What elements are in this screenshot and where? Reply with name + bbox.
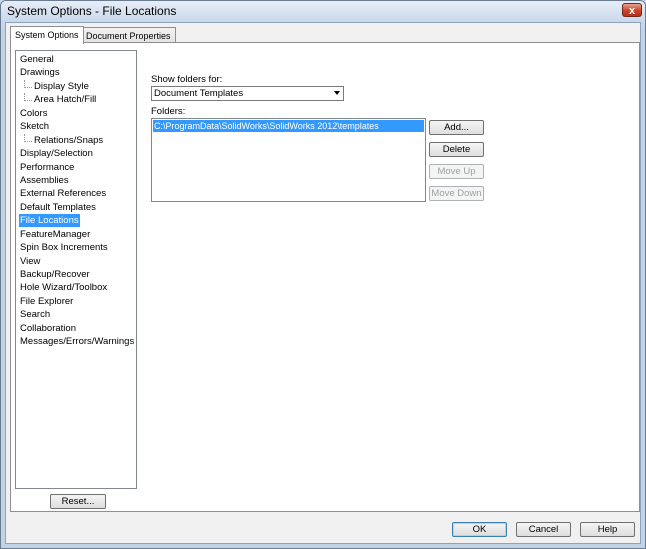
tree-item-label: Colors: [20, 107, 48, 119]
folders-label: Folders:: [151, 106, 186, 117]
title-bar[interactable]: System Options - File Locations x: [1, 1, 645, 21]
tree-item-view[interactable]: View: [16, 255, 136, 268]
help-button-label: Help: [597, 524, 618, 535]
delete-folder-button[interactable]: Delete: [429, 142, 484, 157]
tree-item-label: Collaboration: [20, 322, 76, 334]
system-options-window: System Options - File Locations x System…: [0, 0, 646, 549]
tree-item-display-selection[interactable]: Display/Selection: [16, 147, 136, 160]
close-button[interactable]: x: [622, 3, 642, 17]
close-icon: x: [628, 5, 636, 17]
tree-item-label: Spin Box Increments: [20, 242, 108, 254]
tree-item-relations-snaps[interactable]: Relations/Snaps: [16, 133, 136, 147]
move-down-button-label: Move Down: [431, 188, 482, 199]
tree-connector: [24, 133, 32, 142]
cancel-button[interactable]: Cancel: [516, 522, 571, 537]
tree-item-messages-errors-warnings[interactable]: Messages/Errors/Warnings: [16, 335, 136, 348]
reset-button[interactable]: Reset...: [50, 494, 106, 509]
tree-item-general[interactable]: General: [16, 53, 136, 66]
tree-item-label: Messages/Errors/Warnings: [20, 336, 135, 348]
tree-item-label: Display/Selection: [20, 148, 93, 160]
tree-item-label: Default Templates: [20, 201, 96, 213]
tree-item-label: View: [20, 255, 41, 267]
tree-item-label: FeatureManager: [20, 228, 91, 240]
tree-item-search[interactable]: Search: [16, 308, 136, 321]
show-folders-label: Show folders for:: [151, 74, 223, 85]
folder-list-item[interactable]: C:\ProgramData\SolidWorks\SolidWorks 201…: [153, 120, 424, 132]
options-tree[interactable]: General Drawings Display Style Area Hatch/F…: [15, 50, 137, 489]
tree-item-drawings[interactable]: Drawings: [16, 66, 136, 79]
tree-item-file-locations[interactable]: File Locations: [16, 214, 136, 228]
move-up-button-label: Move Up: [437, 166, 476, 177]
window-title: System Options - File Locations: [7, 4, 177, 18]
tab-document-properties[interactable]: Document Properties: [81, 27, 176, 43]
tree-item-featuremanager[interactable]: FeatureManager: [16, 228, 136, 241]
help-button[interactable]: Help: [580, 522, 635, 537]
tab-label: System Options: [15, 30, 79, 40]
reset-button-label: Reset...: [61, 496, 95, 507]
tree-item-label: Assemblies: [20, 174, 69, 186]
tree-item-label: File Locations: [19, 214, 80, 228]
add-button-label: Add...: [444, 122, 469, 133]
tree-item-label: File Explorer: [20, 295, 74, 307]
tree-item-sketch[interactable]: Sketch: [16, 120, 136, 133]
tree-item-external-references[interactable]: External References: [16, 187, 136, 200]
add-folder-button[interactable]: Add...: [429, 120, 484, 135]
tree-item-colors[interactable]: Colors: [16, 107, 136, 120]
tree-item-label: Search: [20, 309, 51, 321]
tree-item-label: Display Style: [34, 80, 89, 92]
tree-item-spin-box-increments[interactable]: Spin Box Increments: [16, 241, 136, 254]
tree-item-label: Drawings: [20, 67, 60, 79]
show-folders-dropdown[interactable]: Document Templates: [151, 86, 344, 101]
show-folders-value: Document Templates: [154, 88, 244, 99]
tree-item-label: Hole Wizard/Toolbox: [20, 282, 108, 294]
tab-system-options[interactable]: System Options: [10, 26, 84, 44]
tree-item-hole-wizard-toolbox[interactable]: Hole Wizard/Toolbox: [16, 281, 136, 294]
ok-button[interactable]: OK: [452, 522, 507, 537]
tree-item-label: External References: [20, 188, 107, 200]
cancel-button-label: Cancel: [528, 524, 559, 535]
tab-label: Document Properties: [86, 31, 171, 41]
delete-button-label: Delete: [442, 144, 471, 155]
tree-item-default-templates[interactable]: Default Templates: [16, 201, 136, 214]
tree-item-display-style[interactable]: Display Style: [16, 79, 136, 93]
tree-item-file-explorer[interactable]: File Explorer: [16, 295, 136, 308]
move-up-button[interactable]: Move Up: [429, 164, 484, 179]
tree-item-label: Performance: [20, 161, 75, 173]
dialog-client-area: System Options Document Properties Gener…: [5, 22, 641, 544]
tree-item-backup-recover[interactable]: Backup/Recover: [16, 268, 136, 281]
system-options-panel: General Drawings Display Style Area Hatch/F…: [10, 42, 640, 512]
ok-button-label: OK: [472, 524, 487, 535]
folders-list[interactable]: C:\ProgramData\SolidWorks\SolidWorks 201…: [151, 118, 426, 202]
tree-item-performance[interactable]: Performance: [16, 161, 136, 174]
tree-item-label: General: [20, 54, 54, 65]
tree-item-assemblies[interactable]: Assemblies: [16, 174, 136, 187]
tree-item-area-hatch-fill[interactable]: Area Hatch/Fill: [16, 93, 136, 106]
tree-item-label: Sketch: [20, 121, 50, 133]
tree-item-label: Area Hatch/Fill: [34, 94, 97, 106]
tree-item-label: Relations/Snaps: [34, 134, 104, 146]
tree-item-label: Backup/Recover: [20, 269, 90, 280]
tree-connector: [24, 93, 32, 102]
move-down-button[interactable]: Move Down: [429, 186, 484, 201]
tree-connector: [24, 79, 32, 88]
tree-item-collaboration[interactable]: Collaboration: [16, 322, 136, 335]
chevron-down-icon: [334, 91, 340, 95]
